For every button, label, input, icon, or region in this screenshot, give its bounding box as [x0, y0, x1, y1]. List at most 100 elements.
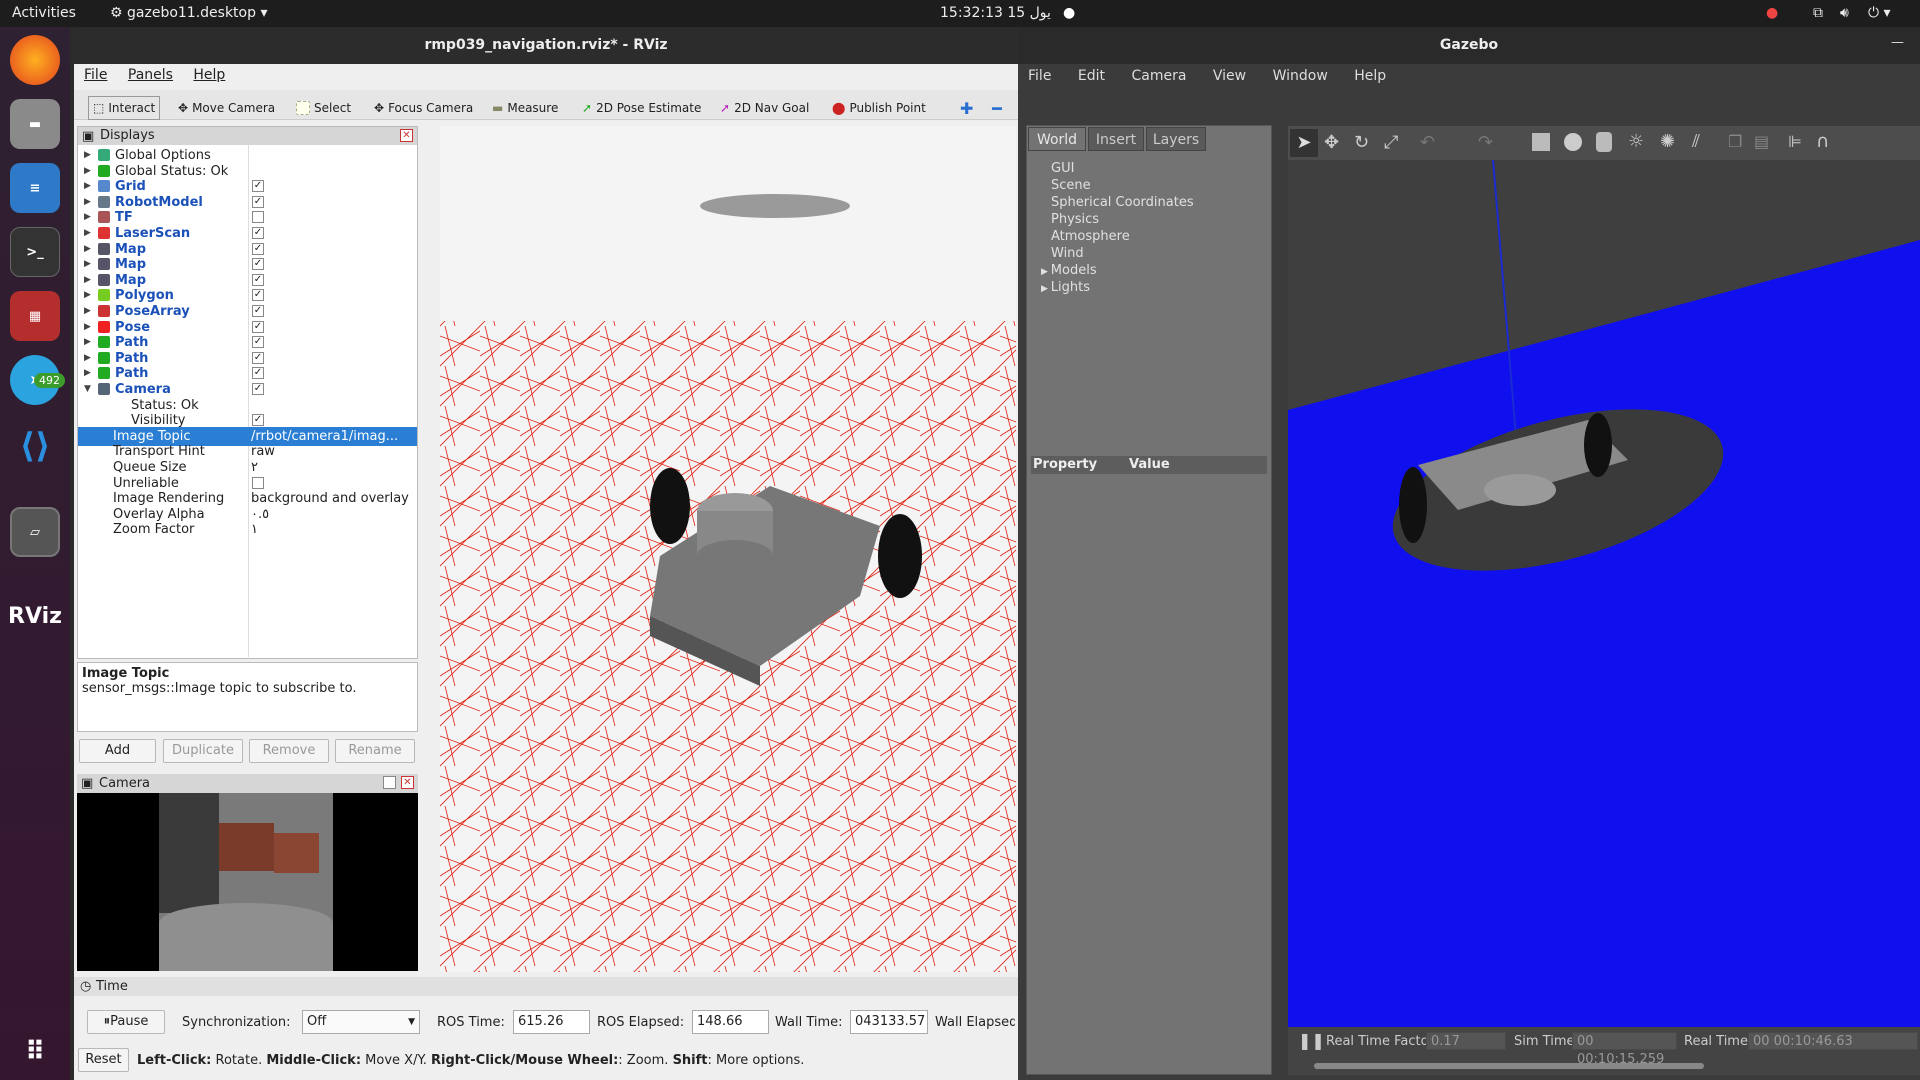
rviz-3d-view[interactable]: ◂ — [440, 126, 1016, 972]
app-menu[interactable]: ⚙ gazebo11.desktop ▾ — [110, 5, 268, 21]
sim-time-label: Sim Time: — [1514, 1034, 1579, 1049]
undock-icon[interactable] — [383, 776, 396, 789]
tool-2d-pose-estimate[interactable]: ➚ 2D Pose Estimate — [582, 99, 701, 117]
add-button[interactable]: Add — [79, 739, 156, 763]
property-value[interactable]: ١ — [251, 520, 258, 539]
scale-icon[interactable]: ⤢ — [1384, 132, 1398, 153]
tool-move-camera[interactable]: ✥ Move Camera — [178, 99, 275, 117]
cylinder-icon[interactable] — [1596, 132, 1612, 152]
vscode-icon[interactable]: ⟨⟩ — [10, 421, 60, 471]
add-tool-icon[interactable]: ✚ — [960, 99, 973, 118]
property-checkbox[interactable] — [252, 476, 264, 489]
spot-light-icon[interactable]: ✺ — [1660, 131, 1675, 152]
tool-2d-nav-goal[interactable]: ➚ 2D Nav Goal — [720, 99, 809, 117]
paste-icon[interactable]: ▤ — [1754, 132, 1769, 151]
rviz-icon[interactable]: RViz — [8, 591, 62, 641]
gazebo-icon[interactable]: ▱ — [10, 507, 60, 557]
rotate-icon[interactable]: ↻ — [1354, 132, 1369, 153]
display-enabled-checkbox[interactable]: ✓ — [252, 227, 264, 239]
redo-icon[interactable]: ↷ — [1478, 132, 1493, 153]
gz-menu-file[interactable]: File — [1028, 68, 1051, 84]
display-enabled-checkbox[interactable]: ✓ — [252, 305, 264, 317]
display-enabled-checkbox[interactable]: ✓ — [252, 289, 264, 302]
system-monitor-icon[interactable]: ▦ — [10, 291, 60, 341]
close-icon[interactable]: ✕ — [400, 129, 413, 142]
remove-button[interactable]: Remove — [249, 739, 329, 763]
activities-button[interactable]: Activities — [12, 5, 76, 21]
tool-focus-camera[interactable]: ✥ Focus Camera — [374, 99, 473, 117]
rename-button[interactable]: Rename — [335, 739, 415, 763]
translate-icon[interactable]: ✥ — [1324, 132, 1339, 153]
wall-time-field[interactable]: 043133.57 — [850, 1010, 928, 1034]
menu-panels[interactable]: Panels — [128, 67, 173, 83]
writer-icon[interactable]: ≡ — [10, 163, 60, 213]
box-icon[interactable] — [1532, 133, 1550, 151]
camera-property[interactable]: Zoom Factor ١ — [78, 520, 417, 539]
undo-icon[interactable]: ↶ — [1420, 132, 1435, 153]
pause-button[interactable]: ⏸Pause — [87, 1010, 165, 1034]
tab-layers[interactable]: Layers — [1146, 127, 1206, 151]
minimize-icon[interactable]: — — [1891, 35, 1904, 50]
tab-insert[interactable]: Insert — [1088, 127, 1144, 151]
tree-models[interactable]: ▶ Models — [1041, 262, 1194, 279]
display-enabled-checkbox[interactable]: ✓ — [252, 351, 264, 364]
firefox-icon[interactable] — [10, 35, 60, 85]
tree-physics[interactable]: Physics — [1041, 211, 1194, 228]
tree-wind[interactable]: Wind — [1041, 245, 1194, 262]
dot-icon: ● — [1063, 5, 1076, 21]
tree-atmosphere[interactable]: Atmosphere — [1041, 228, 1194, 245]
display-enabled-checkbox[interactable]: ✓ — [252, 367, 264, 380]
gz-menu-view[interactable]: View — [1213, 68, 1246, 84]
chrome-tray-icon[interactable]: ● — [1766, 5, 1778, 21]
tool-measure[interactable]: ▬ Measure — [492, 99, 558, 117]
terminal-icon[interactable]: >_ — [10, 227, 60, 277]
menu-file[interactable]: File — [84, 67, 107, 83]
select-mode-icon[interactable]: ➤ — [1290, 129, 1318, 157]
align-icon[interactable]: ⊫ — [1788, 132, 1802, 151]
ros-elapsed-field[interactable]: 148.66 — [692, 1010, 769, 1034]
tool-publish-point[interactable]: ⬤ Publish Point — [832, 99, 926, 117]
sync-select[interactable]: Off ▼ — [302, 1010, 420, 1034]
ros-time-field[interactable]: 615.26 — [513, 1010, 590, 1034]
display-enabled-checkbox[interactable]: ✓ — [252, 336, 264, 349]
volume-icon[interactable]: 🔊︎ — [1840, 5, 1849, 21]
display-enabled-checkbox[interactable]: ✓ — [252, 242, 264, 255]
remove-tool-icon[interactable]: ━ — [992, 99, 1002, 118]
gz-3d-view[interactable] — [1288, 160, 1920, 1027]
directional-light-icon[interactable]: ⫽ — [1692, 131, 1700, 152]
tool-interact[interactable]: ⬚ Interact — [88, 96, 161, 120]
menu-help[interactable]: Help — [193, 67, 225, 83]
app-grid-icon[interactable]: ⠿ — [10, 1027, 60, 1077]
tab-world[interactable]: World — [1028, 127, 1086, 151]
snap-icon[interactable]: ∩ — [1816, 131, 1829, 152]
duplicate-button[interactable]: Duplicate — [163, 739, 243, 763]
gz-menu-edit[interactable]: Edit — [1078, 68, 1105, 84]
display-enabled-checkbox[interactable] — [252, 211, 264, 224]
tree-spherical[interactable]: Spherical Coordinates — [1041, 194, 1194, 211]
clock[interactable]: 15:32:13 15 يول — [940, 5, 1051, 21]
sphere-icon[interactable] — [1564, 133, 1582, 151]
gz-menu-window[interactable]: Window — [1273, 68, 1328, 84]
display-enabled-checkbox[interactable]: ✓ — [252, 383, 264, 395]
point-light-icon[interactable]: ☼ — [1628, 131, 1644, 152]
tree-scene[interactable]: Scene — [1041, 177, 1194, 194]
files-icon[interactable]: ▬ — [10, 99, 60, 149]
tree-lights[interactable]: ▶ Lights — [1041, 279, 1194, 296]
gz-menu-camera[interactable]: Camera — [1131, 68, 1186, 84]
property-checkbox[interactable]: ✓ — [252, 414, 264, 427]
tool-select[interactable]: Select — [296, 99, 351, 117]
gz-pause-icon[interactable]: ❚❚ — [1298, 1031, 1325, 1050]
tree-gui[interactable]: GUI — [1041, 160, 1194, 177]
display-enabled-checkbox[interactable]: ✓ — [252, 258, 264, 271]
display-enabled-checkbox[interactable]: ✓ — [252, 195, 264, 208]
reset-button[interactable]: Reset — [78, 1048, 129, 1072]
close-icon[interactable]: ✕ — [401, 776, 414, 789]
display-enabled-checkbox[interactable]: ✓ — [252, 180, 264, 193]
display-enabled-checkbox[interactable]: ✓ — [252, 320, 264, 333]
network-icon[interactable]: ⧉ — [1813, 5, 1823, 21]
copy-icon[interactable]: ❐ — [1728, 132, 1742, 151]
power-icon[interactable]: ⏻ ▾ — [1868, 5, 1891, 21]
display-enabled-checkbox[interactable]: ✓ — [252, 273, 264, 286]
gz-scrollbar[interactable] — [1314, 1063, 1704, 1069]
gz-menu-help[interactable]: Help — [1354, 68, 1386, 84]
